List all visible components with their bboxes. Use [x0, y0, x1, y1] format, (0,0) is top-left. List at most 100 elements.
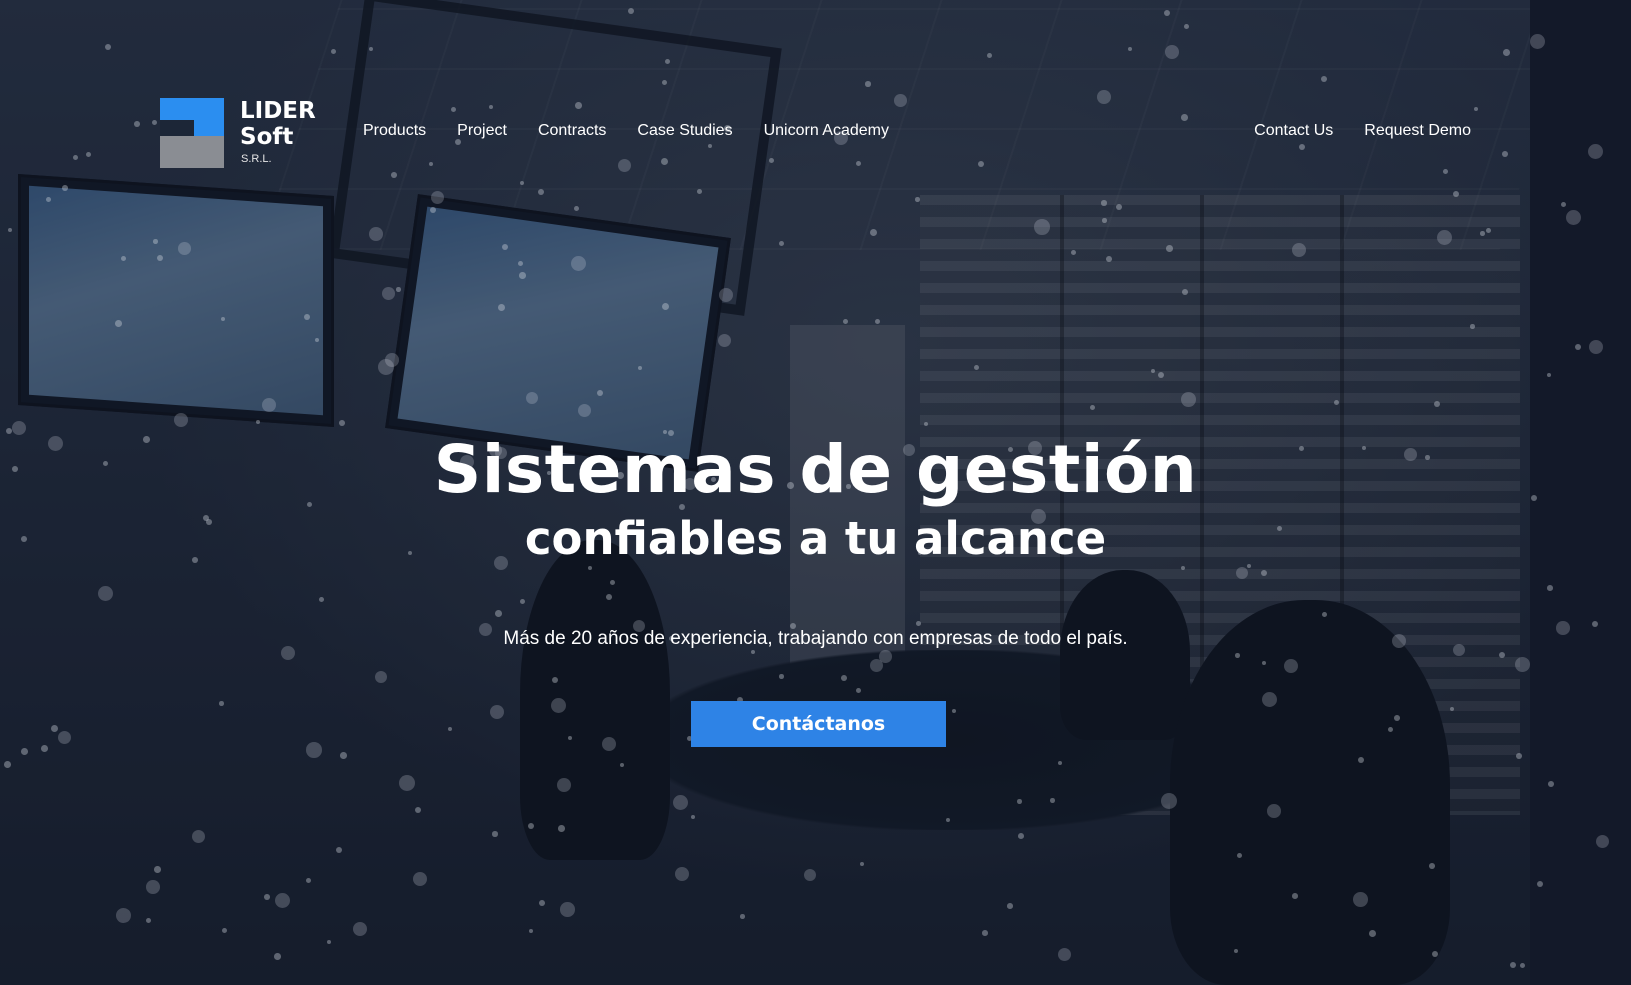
particle-dot [539, 900, 545, 906]
particle-dot [1007, 903, 1013, 909]
particle-dot [1429, 863, 1435, 869]
nav-link-request-demo[interactable]: Request Demo [1364, 122, 1471, 140]
nav-link-project[interactable]: Project [457, 122, 507, 140]
hero-tagline: Más de 20 años de experiencia, trabajand… [503, 628, 1128, 649]
particle-dot [1181, 392, 1196, 407]
particle-dot [916, 621, 921, 626]
particle-dot [219, 701, 224, 706]
nav-link-contact-us[interactable]: Contact Us [1254, 122, 1333, 140]
particle-dot [875, 319, 880, 324]
particle-dot [21, 748, 28, 755]
particle-dot [1486, 228, 1491, 233]
particle-dot [495, 610, 502, 617]
nav-link-contracts[interactable]: Contracts [538, 122, 606, 140]
particle-dot [673, 795, 688, 810]
particle-dot [1502, 151, 1508, 157]
particle-dot [1503, 49, 1510, 56]
particle-dot [340, 752, 347, 759]
particle-dot [1235, 653, 1240, 658]
particle-dot [1292, 893, 1298, 899]
particle-dot [264, 894, 270, 900]
particle-dot [1322, 612, 1327, 617]
main-nav: Products Project Contracts Case Studies … [363, 122, 889, 140]
particle-dot [1097, 90, 1111, 104]
particle-dot [1548, 781, 1554, 787]
nav-link-unicorn-academy[interactable]: Unicorn Academy [764, 122, 889, 140]
particle-dot [779, 674, 784, 679]
particle-dot [1184, 24, 1189, 29]
hero-section: LIDER Soft S.R.L. Products Project Contr… [0, 0, 1631, 985]
particle-dot [304, 314, 310, 320]
particle-dot [1151, 369, 1155, 373]
particle-dot [275, 893, 290, 908]
particle-dot [1575, 344, 1581, 350]
particle-dot [46, 197, 51, 202]
particle-dot [661, 158, 668, 165]
particle-dot [396, 287, 401, 292]
particle-dot [804, 869, 816, 881]
particle-dot [134, 121, 140, 127]
particle-dot [1182, 289, 1188, 295]
particle-dot [865, 81, 871, 87]
particle-dot [1432, 951, 1438, 957]
particle-dot [1515, 657, 1530, 672]
secondary-nav: Contact Us Request Demo [1254, 122, 1471, 140]
particle-dot [1101, 200, 1107, 206]
particle-dot [1516, 753, 1522, 759]
particle-dot [1034, 219, 1050, 235]
particle-dot [382, 287, 395, 300]
particle-dot [1102, 218, 1107, 223]
particle-dot [369, 227, 383, 241]
particle-dot [222, 928, 228, 934]
hero-subheadline: confiables a tu alcance [524, 512, 1107, 565]
particle-dot [385, 353, 399, 367]
particle-dot [1480, 231, 1485, 236]
particle-dot [740, 914, 745, 919]
logo-text-soft: Soft [240, 124, 294, 150]
nav-link-products[interactable]: Products [363, 122, 426, 140]
particle-dot [319, 597, 324, 602]
particle-dot [306, 878, 312, 884]
particle-dot [492, 831, 498, 837]
particle-dot [1262, 692, 1277, 707]
particle-dot [451, 107, 457, 113]
particle-dot [1181, 114, 1188, 121]
logo-text-lider: LIDER [240, 98, 316, 124]
particle-dot [274, 953, 281, 960]
particle-dot [1018, 833, 1024, 839]
particle-dot [1470, 324, 1475, 329]
particle-dot [157, 255, 163, 261]
particle-dot [116, 908, 131, 923]
particle-dot [894, 94, 907, 107]
particle-dot [557, 778, 571, 792]
particle-dot [558, 825, 565, 832]
particle-dot [560, 902, 575, 917]
particle-dot [1443, 169, 1448, 174]
particle-dot [843, 319, 848, 324]
particle-dot [391, 172, 397, 178]
particle-dot [62, 185, 68, 191]
particle-dot [1017, 799, 1022, 804]
particle-dot [115, 320, 122, 327]
particle-dot [1394, 715, 1400, 721]
nav-link-case-studies[interactable]: Case Studies [637, 122, 732, 140]
particle-dot [915, 197, 920, 202]
particle-dot [306, 742, 322, 758]
particle-dot [58, 731, 71, 744]
particle-dot [519, 272, 526, 279]
particle-dot [1267, 804, 1281, 818]
particle-dot [339, 420, 345, 426]
particle-dot [578, 404, 591, 417]
particle-dot [1358, 757, 1364, 763]
particle-dot [413, 872, 428, 887]
particle-dot [4, 761, 11, 768]
particle-dot [153, 239, 158, 244]
particle-dot [675, 867, 689, 881]
particle-dot [1166, 245, 1173, 252]
logo[interactable]: LIDER Soft S.R.L. [160, 98, 330, 170]
particle-dot [121, 256, 127, 262]
particle-dot [870, 229, 877, 236]
particle-dot [1161, 793, 1177, 809]
particle-dot [575, 102, 582, 109]
contact-cta-button[interactable]: Contáctanos [691, 701, 946, 747]
